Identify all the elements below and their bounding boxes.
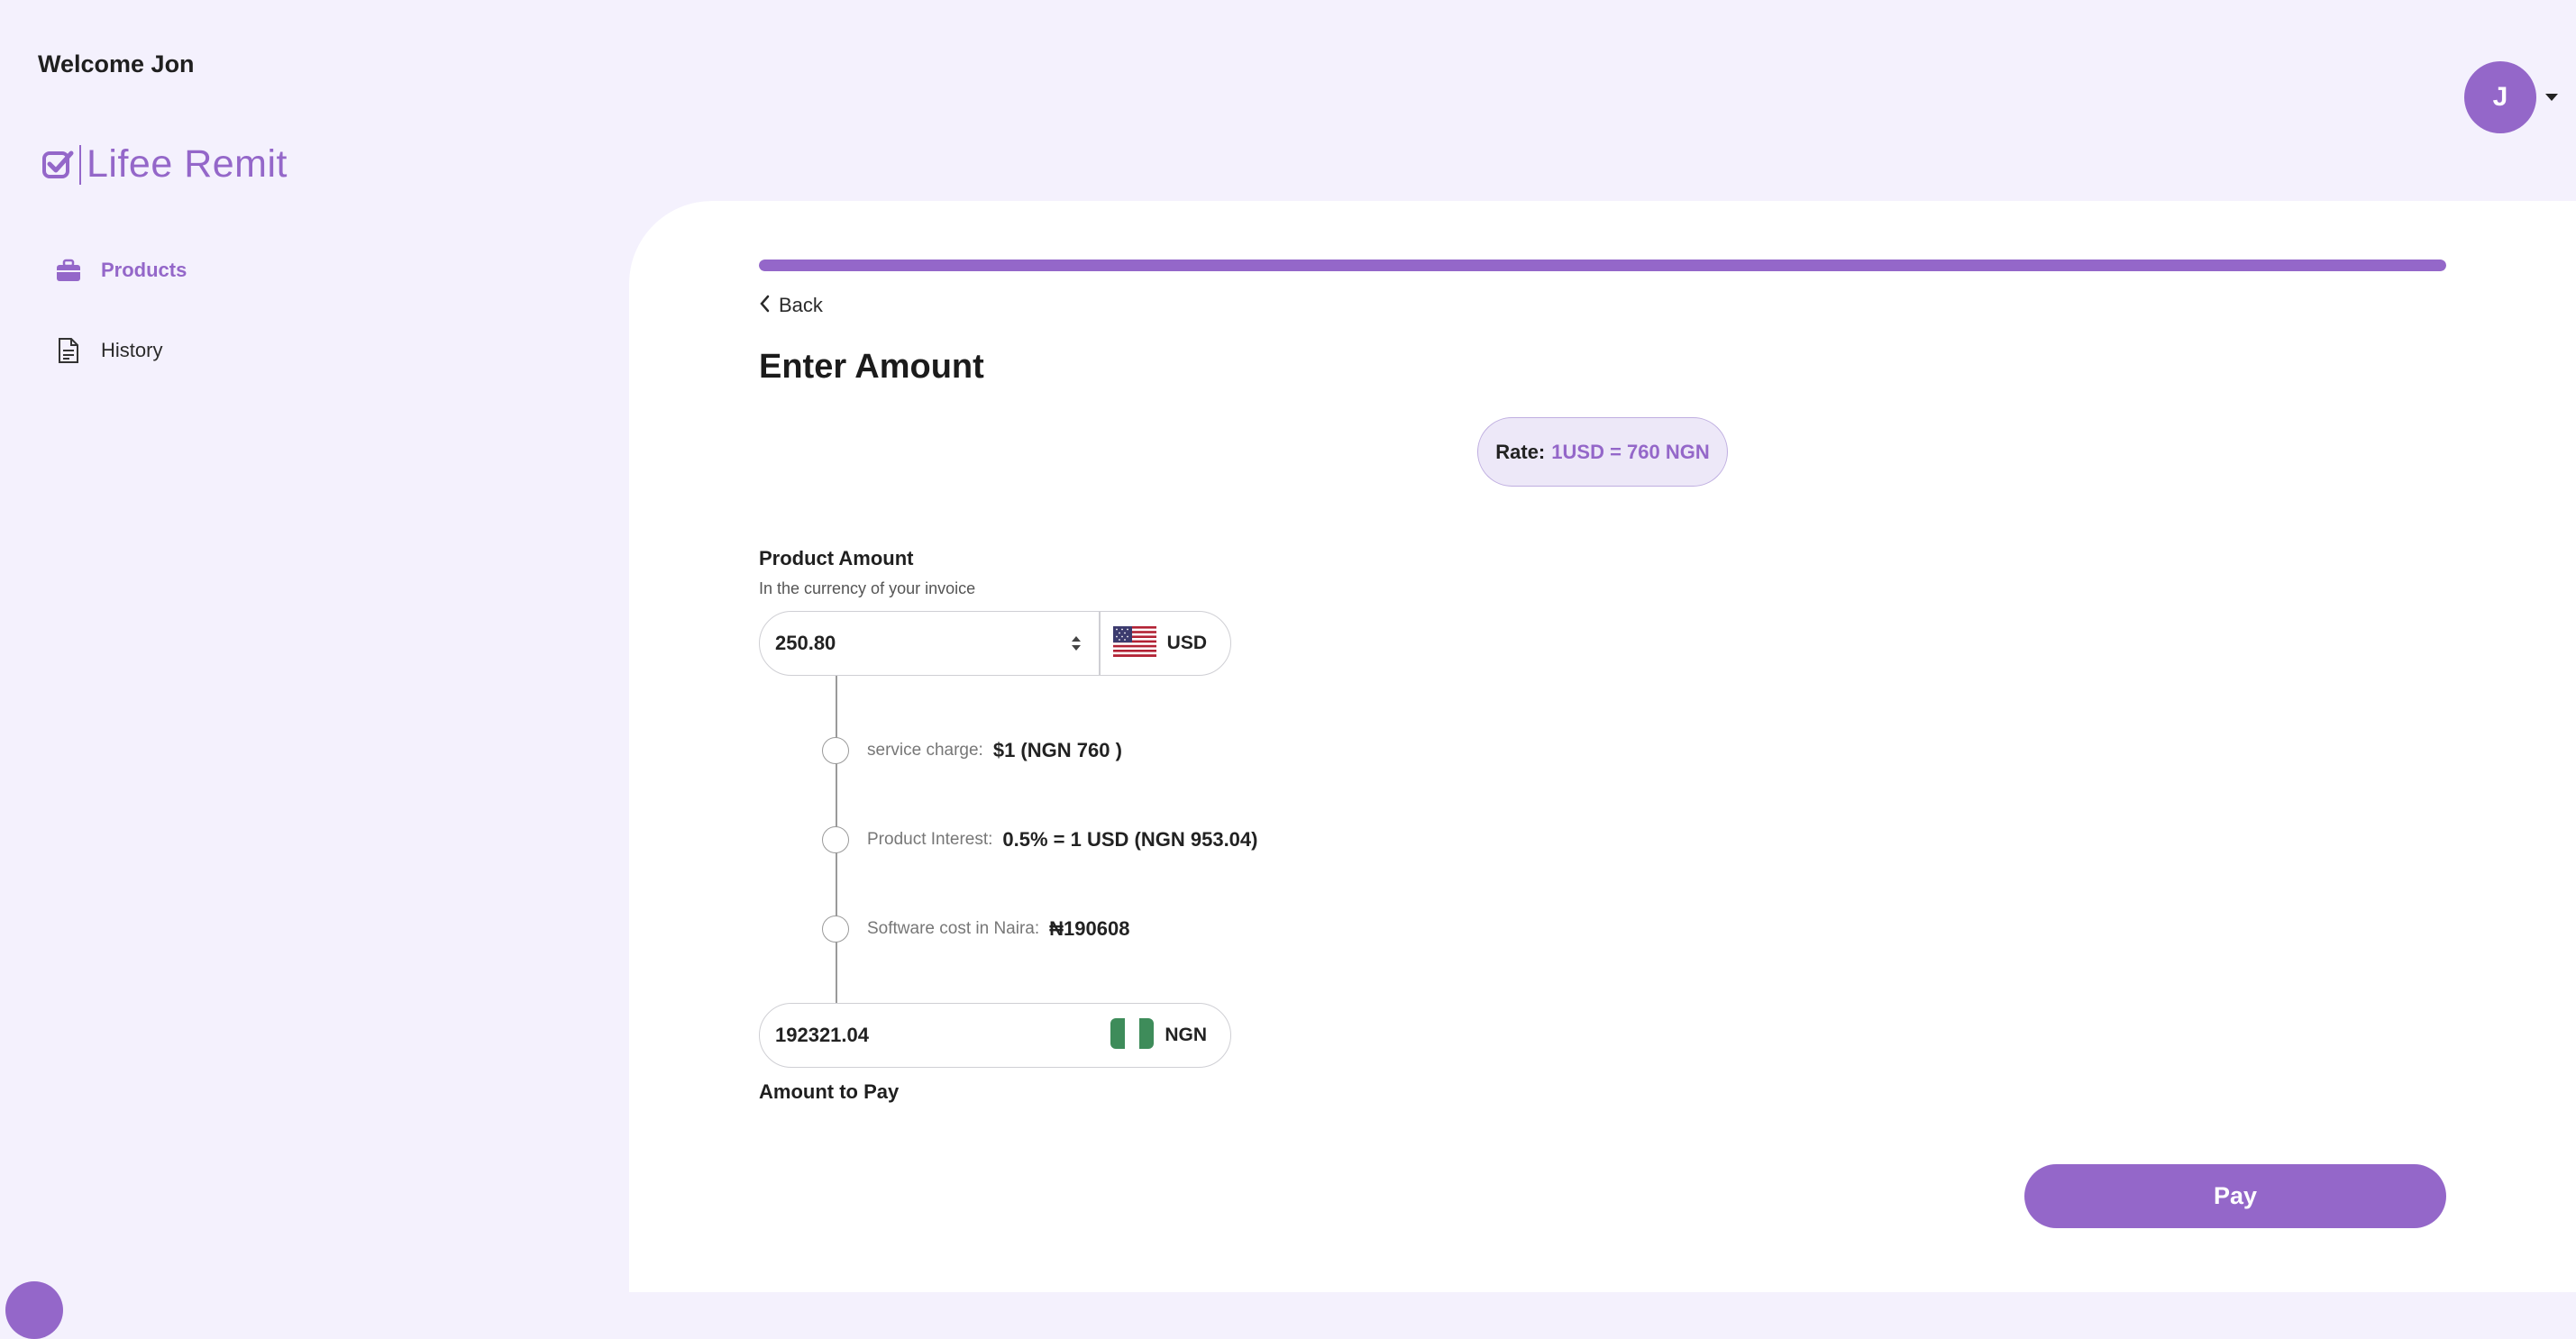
back-button[interactable]: Back (759, 294, 823, 317)
sidebar-item-label: History (101, 339, 163, 361)
stepper-down-icon[interactable] (1072, 645, 1082, 651)
brand-name: Lifee Remit (87, 142, 288, 186)
breakdown-value: 0.5% = 1 USD (NGN 953.04) (1002, 828, 1258, 851)
rate-label: Rate: (1495, 440, 1546, 463)
check-badge-icon (41, 144, 78, 186)
stepper-up-icon[interactable] (1072, 636, 1082, 642)
amount-to-pay-field: 192321.04 NGN (759, 1003, 1231, 1068)
amount-stepper[interactable] (1070, 636, 1082, 651)
timeline-node (822, 915, 849, 943)
sidebar-item-history[interactable]: History (54, 336, 162, 365)
rate-badge: Rate: 1USD = 760 NGN (1477, 417, 1728, 487)
progress-bar (759, 260, 2446, 271)
breakdown-label: service charge: (867, 741, 983, 760)
currency-code: NGN (1165, 1025, 1207, 1045)
help-bubble[interactable] (5, 1281, 63, 1339)
chevron-left-icon (759, 295, 770, 317)
product-amount-input[interactable]: 250.80 (760, 632, 1070, 655)
back-label: Back (779, 294, 823, 316)
sidebar-item-label: Products (101, 259, 187, 281)
currency-code: USD (1166, 633, 1207, 653)
product-amount-label: Product Amount (759, 547, 914, 569)
currency-selector-usd[interactable]: USD (1101, 625, 1230, 661)
us-flag-icon (1112, 625, 1156, 661)
product-amount-field: 250.80 USD (759, 611, 1231, 676)
brand-logo[interactable]: Lifee Remit (41, 142, 288, 187)
breakdown-label: Product Interest: (867, 830, 993, 849)
breakdown-item-software-cost: Software cost in Naira: ₦190608 (822, 915, 1129, 943)
amount-to-pay-label: Amount to Pay (759, 1080, 900, 1103)
user-menu[interactable]: J (2464, 61, 2558, 133)
progress-fill (759, 260, 2446, 271)
timeline-node (822, 826, 849, 853)
ng-flag-icon (1110, 1017, 1155, 1053)
timeline-node (822, 737, 849, 764)
breakdown-value: ₦190608 (1049, 917, 1130, 940)
page-title: Enter Amount (759, 348, 984, 386)
breakdown-item-service-charge: service charge: $1 (NGN 760 ) (822, 737, 1122, 764)
document-icon (54, 336, 83, 365)
logo-divider (79, 144, 81, 185)
breakdown-item-product-interest: Product Interest: 0.5% = 1 USD (NGN 953.… (822, 826, 1257, 853)
sidebar-item-products[interactable]: Products (54, 256, 187, 285)
rate-value: 1USD = 760 NGN (1551, 440, 1710, 463)
welcome-text: Welcome Jon (38, 50, 195, 77)
chevron-down-icon[interactable] (2545, 94, 2558, 101)
currency-selector-ngn[interactable]: NGN (1098, 1017, 1230, 1053)
product-amount-hint: In the currency of your invoice (759, 579, 976, 597)
avatar[interactable]: J (2464, 61, 2536, 133)
breakdown-label: Software cost in Naira: (867, 919, 1040, 938)
pay-button[interactable]: Pay (2024, 1164, 2446, 1228)
briefcase-icon (54, 256, 83, 285)
amount-to-pay-input[interactable]: 192321.04 (760, 1024, 1098, 1047)
breakdown-value: $1 (NGN 760 ) (992, 739, 1122, 761)
